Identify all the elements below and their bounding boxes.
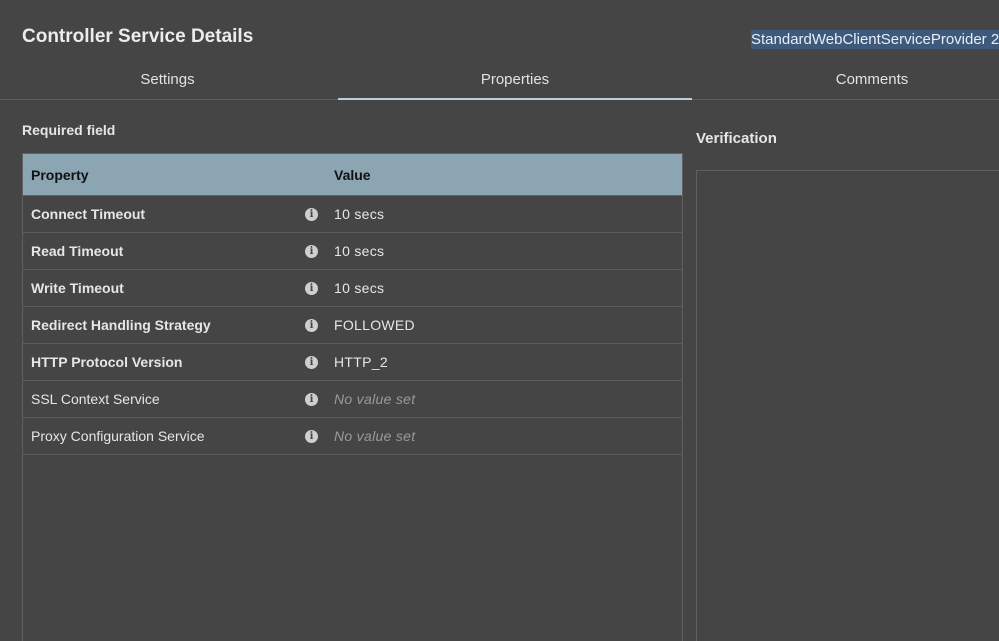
properties-table: Property Value Connect Timeout i 10 secs Re… bbox=[22, 153, 683, 641]
property-value[interactable]: 10 secs bbox=[334, 270, 384, 307]
property-name: Read Timeout bbox=[31, 243, 124, 259]
property-name: Write Timeout bbox=[31, 280, 124, 296]
property-name: Redirect Handling Strategy bbox=[31, 317, 211, 333]
active-tab-indicator bbox=[338, 98, 692, 100]
table-row[interactable]: Read Timeout i 10 secs bbox=[23, 233, 682, 270]
property-value[interactable]: FOLLOWED bbox=[334, 307, 415, 344]
table-row[interactable]: HTTP Protocol Version i HTTP_2 bbox=[23, 344, 682, 381]
property-name: SSL Context Service bbox=[31, 391, 160, 407]
info-icon[interactable]: i bbox=[305, 319, 318, 332]
property-name: HTTP Protocol Version bbox=[31, 354, 183, 370]
info-icon[interactable]: i bbox=[305, 430, 318, 443]
property-name: Connect Timeout bbox=[31, 206, 146, 222]
column-header-property[interactable]: Property bbox=[31, 154, 89, 196]
service-name[interactable]: StandardWebClientServiceProvider 2 bbox=[751, 30, 999, 50]
property-value[interactable]: No value set bbox=[334, 418, 415, 455]
tab-settings-label: Settings bbox=[140, 71, 195, 88]
property-value[interactable]: 10 secs bbox=[334, 233, 384, 270]
tab-comments-label: Comments bbox=[835, 71, 909, 88]
property-value[interactable]: HTTP_2 bbox=[334, 344, 388, 381]
table-row[interactable]: Redirect Handling Strategy i FOLLOWED bbox=[23, 307, 682, 344]
info-icon[interactable]: i bbox=[305, 245, 318, 258]
table-row[interactable]: SSL Context Service i No value set bbox=[23, 381, 682, 418]
property-name: Proxy Configuration Service bbox=[31, 428, 205, 444]
properties-table-header: Property Value bbox=[23, 154, 682, 196]
column-header-value[interactable]: Value bbox=[334, 154, 371, 196]
service-name-text: StandardWebClientServiceProvider 2 bbox=[751, 30, 999, 49]
tab-comments[interactable]: Comments bbox=[745, 64, 999, 99]
info-icon[interactable]: i bbox=[305, 393, 318, 406]
verification-label: Verification bbox=[696, 130, 777, 147]
property-value[interactable]: No value set bbox=[334, 381, 415, 418]
verification-panel bbox=[696, 170, 999, 641]
tab-settings[interactable]: Settings bbox=[0, 64, 335, 99]
properties-table-body: Connect Timeout i 10 secs Read Timeout i 10 s… bbox=[23, 196, 682, 455]
tab-properties-label: Properties bbox=[480, 71, 550, 88]
info-icon[interactable]: i bbox=[305, 356, 318, 369]
controller-service-dialog: Controller Service Details StandardWebCl… bbox=[0, 0, 999, 641]
dialog-title: Controller Service Details bbox=[22, 26, 254, 47]
tab-properties[interactable]: Properties bbox=[338, 64, 692, 100]
info-icon[interactable]: i bbox=[305, 208, 318, 221]
required-field-label: Required field bbox=[22, 122, 116, 138]
info-icon[interactable]: i bbox=[305, 282, 318, 295]
table-row[interactable]: Write Timeout i 10 secs bbox=[23, 270, 682, 307]
table-row[interactable]: Connect Timeout i 10 secs bbox=[23, 196, 682, 233]
table-row[interactable]: Proxy Configuration Service i No value set bbox=[23, 418, 682, 455]
property-value[interactable]: 10 secs bbox=[334, 196, 384, 233]
tab-bar: Settings Properties Comments bbox=[0, 64, 999, 100]
